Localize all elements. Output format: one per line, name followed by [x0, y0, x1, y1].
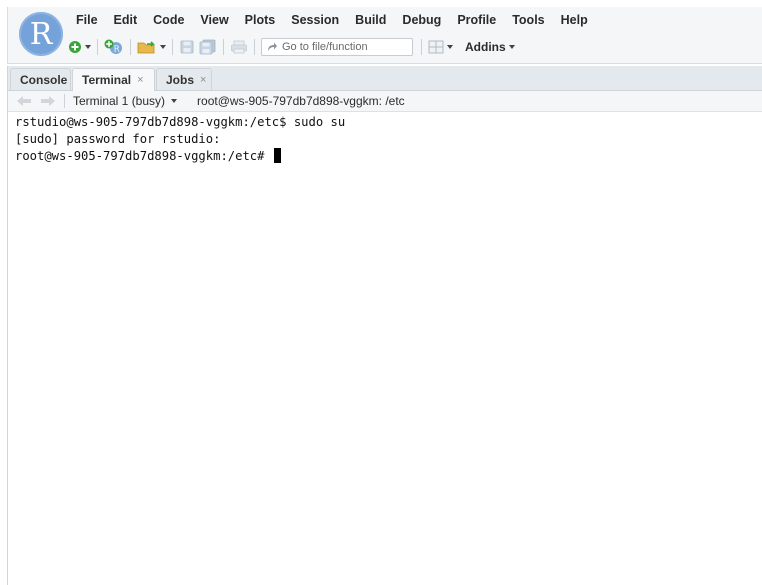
- svg-text:R: R: [114, 45, 121, 54]
- save-button[interactable]: [179, 37, 195, 57]
- back-arrow-icon[interactable]: [16, 95, 32, 107]
- chevron-down-icon: [171, 99, 178, 103]
- new-project-button[interactable]: R: [104, 37, 124, 57]
- toolbar-divider: [254, 39, 255, 55]
- printer-icon: [231, 40, 247, 54]
- menu-build[interactable]: Build: [347, 11, 394, 29]
- menu-debug[interactable]: Debug: [394, 11, 449, 29]
- menu-profile[interactable]: Profile: [449, 11, 504, 29]
- tab-strip: Console Terminal × Jobs ×: [8, 66, 762, 91]
- tab-console[interactable]: Console: [10, 68, 71, 90]
- open-file-button[interactable]: [137, 37, 166, 57]
- addins-label: Addins: [465, 40, 506, 54]
- chevron-down-icon: [447, 45, 453, 49]
- close-icon[interactable]: ×: [200, 74, 206, 86]
- terminal-line: [sudo] password for rstudio:: [15, 132, 221, 146]
- menu-view[interactable]: View: [192, 11, 236, 29]
- folder-open-icon: [137, 41, 155, 54]
- tab-jobs-label: Jobs: [166, 72, 195, 87]
- terminal-prompt-line: root@ws-905-797db7d898-vggkm:/etc#: [15, 148, 755, 165]
- tab-terminal-label: Terminal: [82, 73, 132, 87]
- menu-bar: File Edit Code View Plots Session Build …: [68, 11, 596, 29]
- chevron-down-icon: [508, 45, 515, 49]
- terminal-cursor: [273, 148, 281, 163]
- terminal-output[interactable]: rstudio@ws-905-797db7d898-vggkm:/etc$ su…: [15, 114, 755, 574]
- menu-help[interactable]: Help: [553, 11, 596, 29]
- menu-tools[interactable]: Tools: [504, 11, 552, 29]
- terminal-line: rstudio@ws-905-797db7d898-vggkm:/etc$ su…: [15, 115, 346, 129]
- tab-jobs[interactable]: Jobs ×: [156, 68, 212, 90]
- terminal-selector[interactable]: Terminal 1 (busy): [73, 94, 178, 108]
- save-all-icon: [199, 39, 216, 55]
- top-bar: R File Edit Code View Plots Session Buil…: [7, 7, 762, 64]
- terminal-prompt: root@ws-905-797db7d898-vggkm:/etc#: [15, 149, 272, 163]
- rstudio-window: R File Edit Code View Plots Session Buil…: [0, 0, 762, 585]
- toolbar-divider: [172, 39, 173, 55]
- toolbar-divider: [64, 94, 65, 108]
- toolbar-divider: [97, 39, 98, 55]
- terminal-selector-label: Terminal 1 (busy): [73, 94, 166, 108]
- r-logo: R: [19, 12, 63, 56]
- console-pane: Console Terminal × Jobs × Terminal 1 (bu…: [7, 66, 762, 585]
- arrow-forward-icon: [268, 42, 277, 51]
- new-file-icon: [69, 41, 81, 53]
- terminal-toolbar: Terminal 1 (busy) root@ws-905-797db7d898…: [8, 91, 762, 112]
- tab-console-label: Console: [20, 72, 68, 87]
- new-project-icon: R: [104, 39, 122, 54]
- toolbar-divider: [421, 39, 422, 55]
- tab-terminal[interactable]: Terminal ×: [72, 68, 155, 91]
- toolbar-divider: [223, 39, 224, 55]
- addins-button[interactable]: Addins: [457, 37, 515, 57]
- save-icon: [180, 40, 194, 54]
- menu-plots[interactable]: Plots: [237, 11, 284, 29]
- print-button[interactable]: [230, 37, 248, 57]
- terminal-cwd: root@ws-905-797db7d898-vggkm: /etc: [197, 94, 405, 108]
- menu-file[interactable]: File: [68, 11, 106, 29]
- menu-edit[interactable]: Edit: [106, 11, 146, 29]
- grid-icon: [428, 40, 444, 54]
- chevron-down-icon: [160, 45, 166, 49]
- chevron-down-icon: [85, 45, 91, 49]
- close-icon[interactable]: ×: [137, 74, 143, 86]
- menu-code[interactable]: Code: [145, 11, 192, 29]
- toolbar-divider: [130, 39, 131, 55]
- main-toolbar: R Go to file/function Addins: [68, 36, 519, 58]
- new-file-button[interactable]: [68, 37, 91, 57]
- forward-arrow-icon[interactable]: [40, 95, 56, 107]
- save-all-button[interactable]: [199, 37, 217, 57]
- goto-file-function[interactable]: [261, 38, 413, 56]
- goto-input[interactable]: [278, 40, 402, 54]
- menu-session[interactable]: Session: [283, 11, 347, 29]
- pane-layout-button[interactable]: [428, 37, 453, 57]
